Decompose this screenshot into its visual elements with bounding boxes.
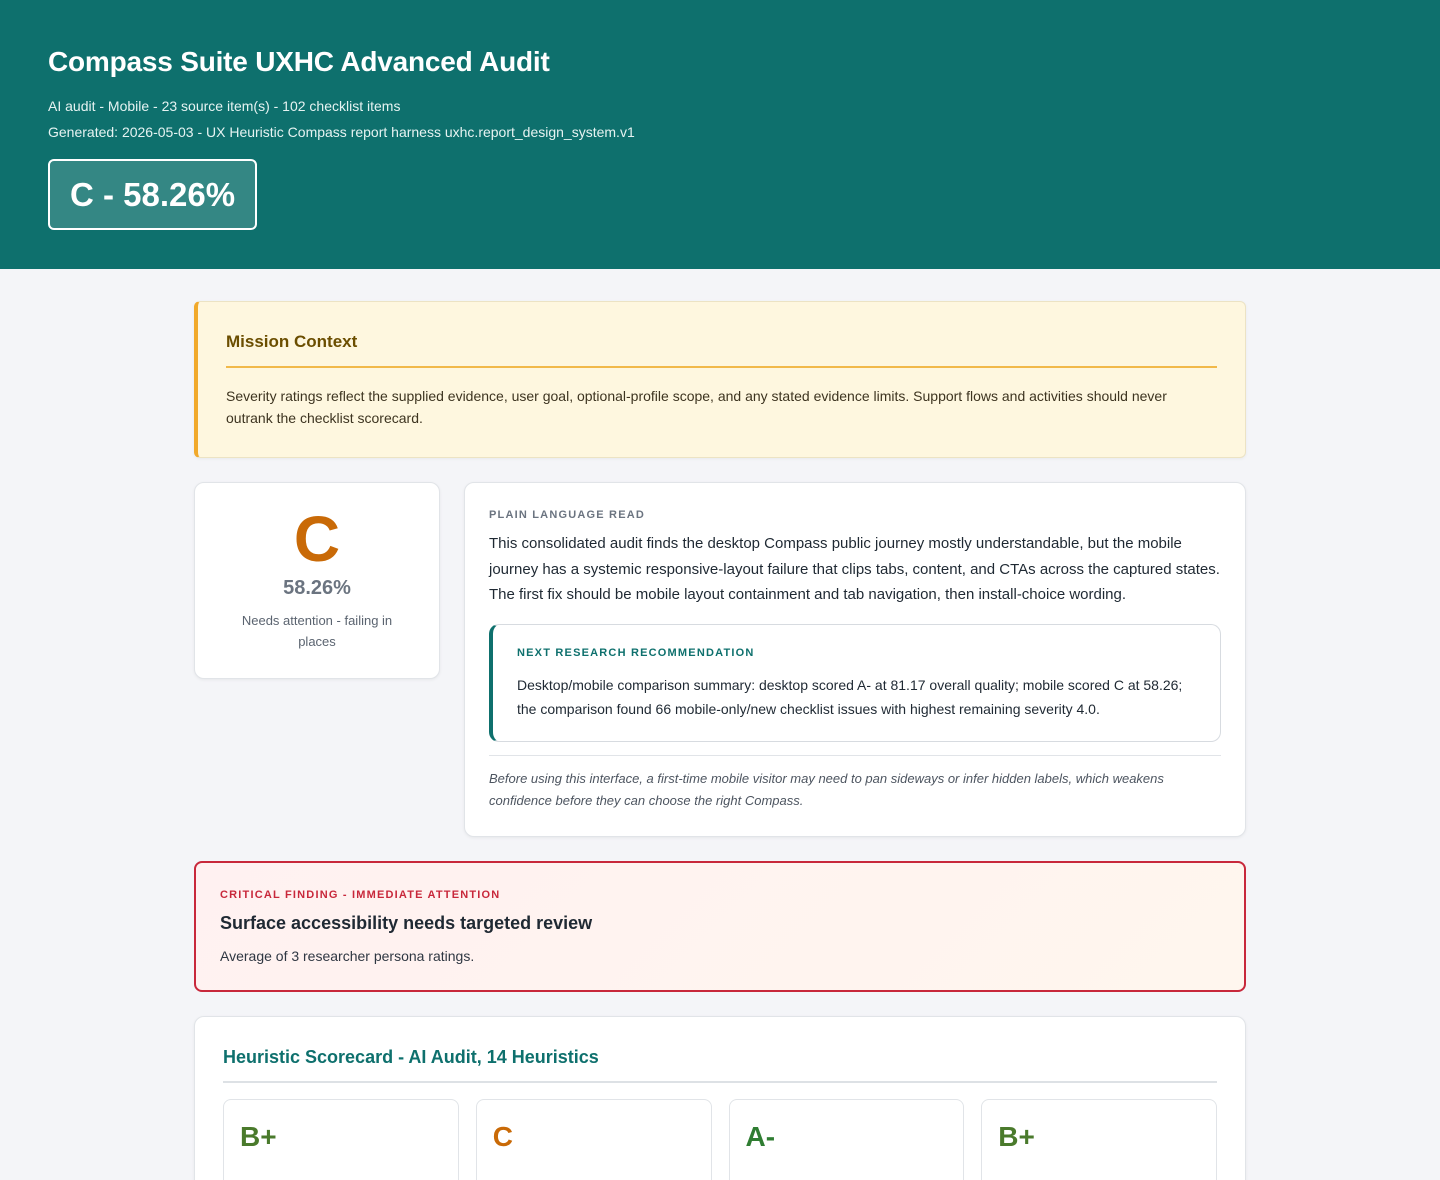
- plain-language-body: This consolidated audit finds the deskto…: [489, 535, 1220, 603]
- report-meta-audit: AI audit - Mobile - 23 source item(s) - …: [48, 98, 401, 114]
- mission-context-body: Severity ratings reflect the supplied ev…: [226, 388, 1167, 426]
- research-recommendation-body: Desktop/mobile comparison summary: deskt…: [517, 676, 1183, 717]
- grade-letter: C: [293, 503, 341, 575]
- report-header: Compass Suite UXHC Advanced Audit AI aud…: [0, 0, 1440, 269]
- critical-finding-eyebrow: Critical Finding - Immediate Attention: [220, 888, 501, 901]
- report-meta-generated: Generated: 2026-05-03 - UX Heuristic Com…: [48, 124, 635, 140]
- research-recommendation-eyebrow: Next Research Recommendation: [517, 646, 755, 659]
- scorecard-title: Heuristic Scorecard - AI Audit, 14 Heuri…: [223, 1047, 1217, 1083]
- research-recommendation: Next Research Recommendation Desktop/mob…: [489, 623, 1221, 742]
- heuristic-scorecard: Heuristic Scorecard - AI Audit, 14 Heuri…: [194, 1015, 1246, 1180]
- critical-finding-title: Surface accessibility needs targeted rev…: [220, 912, 593, 933]
- critical-finding-panel: Critical Finding - Immediate Attention S…: [194, 860, 1246, 992]
- report-title: Compass Suite UXHC Advanced Audit: [48, 46, 550, 77]
- grade-status: Needs attention - failing in places: [241, 613, 393, 649]
- mission-context-title: Mission Context: [226, 332, 1217, 368]
- grade-summary-card: C 58.26% Needs attention - failing in pl…: [194, 482, 440, 679]
- heuristic-grade: A-: [745, 1120, 776, 1152]
- heuristic-grade: C: [492, 1120, 513, 1152]
- plain-language-eyebrow: Plain Language Read: [489, 509, 646, 521]
- heuristic-tile: A-: [728, 1098, 965, 1180]
- plain-language-card: Plain Language Read This consolidated au…: [464, 482, 1246, 837]
- heuristic-grade: B+: [998, 1120, 1035, 1152]
- critical-finding-body: Average of 3 researcher persona ratings.: [220, 947, 475, 964]
- grade-percent: 58.26%: [283, 577, 351, 599]
- summary-row: C 58.26% Needs attention - failing in pl…: [194, 482, 1246, 837]
- mission-context-panel: Mission Context Severity ratings reflect…: [194, 301, 1246, 458]
- report-body: Mission Context Severity ratings reflect…: [194, 301, 1246, 1180]
- heuristic-tile: B+: [981, 1098, 1217, 1180]
- first-time-visitor-note: Before using this interface, a first-tim…: [489, 754, 1221, 812]
- scorecard-tiles: B+ C A- B+: [223, 1098, 1217, 1180]
- overall-grade-badge: C - 58.26%: [48, 159, 258, 230]
- heuristic-tile: B+: [223, 1098, 459, 1180]
- heuristic-tile: C: [475, 1098, 712, 1180]
- heuristic-grade: B+: [240, 1120, 277, 1152]
